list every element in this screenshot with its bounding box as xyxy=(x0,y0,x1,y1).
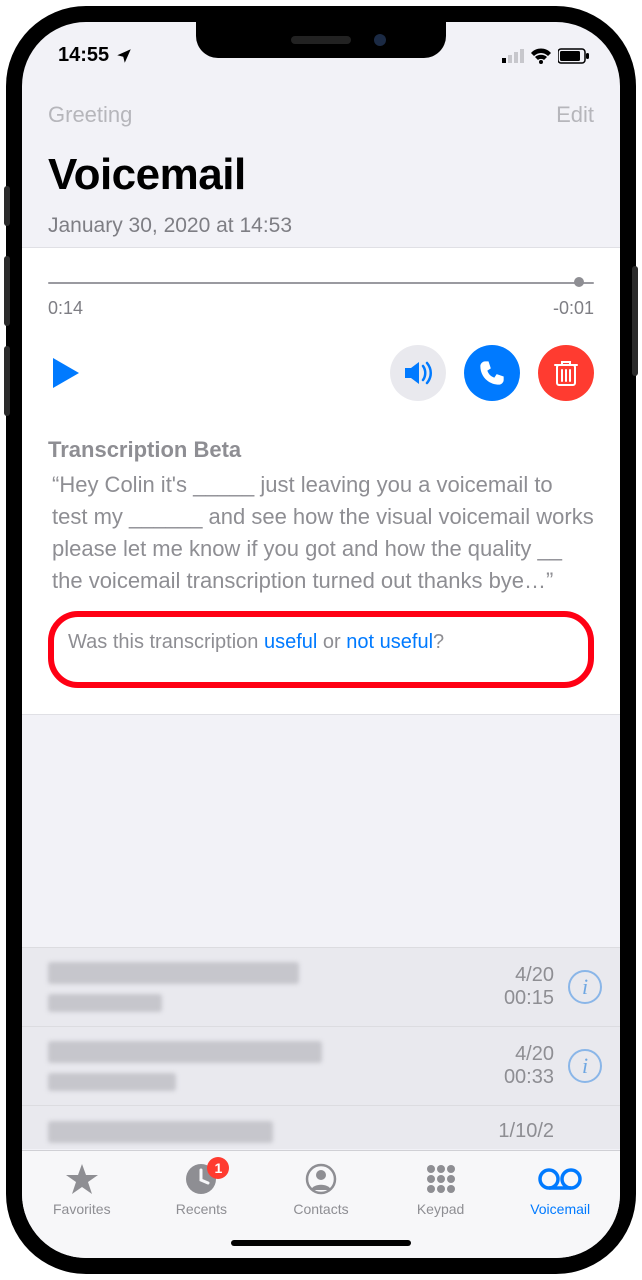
row-date: 1/10/2 xyxy=(498,1120,554,1143)
battery-icon xyxy=(558,48,590,64)
wifi-icon xyxy=(530,48,552,64)
tab-contacts[interactable]: Contacts xyxy=(271,1161,371,1217)
transcription-feedback: Was this transcription useful or not use… xyxy=(48,611,594,688)
time-remaining: -0:01 xyxy=(553,298,594,319)
blurred-caller-name xyxy=(48,1041,322,1063)
nav-greeting-button[interactable]: Greeting xyxy=(48,102,132,128)
blurred-caller-name xyxy=(48,962,299,984)
recents-badge: 1 xyxy=(207,1157,229,1179)
page-title: Voicemail xyxy=(48,150,594,200)
info-button[interactable]: i xyxy=(568,1049,602,1083)
feedback-not-useful-link[interactable]: not useful xyxy=(346,631,433,653)
tab-label: Contacts xyxy=(271,1201,371,1217)
status-bar: 14:55 xyxy=(22,22,620,77)
blurred-caller-name xyxy=(48,1121,273,1143)
status-time: 14:55 xyxy=(58,44,109,67)
tab-voicemail[interactable]: Voicemail xyxy=(510,1161,610,1217)
device-frame: 14:55 xyxy=(6,6,636,1274)
row-duration: 00:33 xyxy=(504,1066,554,1089)
nav-edit-button[interactable]: Edit xyxy=(556,102,594,128)
callback-button[interactable] xyxy=(464,345,520,401)
contact-icon xyxy=(271,1161,371,1197)
clock-icon: 1 xyxy=(151,1161,251,1197)
keypad-icon xyxy=(391,1161,491,1197)
blurred-caller-sub xyxy=(48,994,162,1012)
nav-header: Greeting Edit Voicemail January 30, 2020… xyxy=(22,77,620,248)
row-date: 4/20 xyxy=(504,964,554,987)
voicemail-row[interactable]: 1/10/2 xyxy=(22,1105,620,1149)
tab-label: Keypad xyxy=(391,1201,491,1217)
location-icon xyxy=(115,47,133,65)
voicemail-date: January 30, 2020 at 14:53 xyxy=(48,214,594,238)
row-date: 4/20 xyxy=(504,1043,554,1066)
feedback-useful-link[interactable]: useful xyxy=(264,631,317,653)
star-icon xyxy=(32,1161,132,1197)
row-duration: 00:15 xyxy=(504,987,554,1010)
scrubber-track xyxy=(48,282,594,284)
voicemail-list: 4/20 00:15 i 4/20 00:33 i xyxy=(22,947,620,1149)
tab-label: Voicemail xyxy=(510,1201,610,1217)
delete-button[interactable] xyxy=(538,345,594,401)
blurred-caller-sub xyxy=(48,1073,176,1091)
voicemail-icon xyxy=(510,1161,610,1197)
volume-up-button xyxy=(4,256,10,326)
play-button[interactable] xyxy=(48,355,84,391)
feedback-prefix: Was this transcription xyxy=(68,631,264,653)
feedback-or: or xyxy=(317,631,346,653)
playback-controls xyxy=(48,345,594,401)
screen: 14:55 xyxy=(22,22,620,1258)
tab-label: Favorites xyxy=(32,1201,132,1217)
tab-keypad[interactable]: Keypad xyxy=(391,1161,491,1217)
voicemail-detail-card: 0:14 -0:01 xyxy=(22,247,620,715)
cellular-icon xyxy=(502,49,524,63)
transcription-text: “Hey Colin it's _____ just leaving you a… xyxy=(48,469,594,597)
voicemail-row[interactable]: 4/20 00:15 i xyxy=(22,947,620,1026)
tab-label: Recents xyxy=(151,1201,251,1217)
side-button xyxy=(632,266,638,376)
home-indicator[interactable] xyxy=(231,1240,411,1246)
feedback-suffix: ? xyxy=(433,631,444,653)
speaker-button[interactable] xyxy=(390,345,446,401)
transcription-heading: Transcription Beta xyxy=(48,437,594,463)
playback-scrubber[interactable] xyxy=(48,274,594,292)
scrubber-knob[interactable] xyxy=(574,277,584,287)
volume-down-button xyxy=(4,346,10,416)
mute-switch xyxy=(4,186,10,226)
info-button[interactable]: i xyxy=(568,970,602,1004)
time-elapsed: 0:14 xyxy=(48,298,83,319)
tab-recents[interactable]: 1 Recents xyxy=(151,1161,251,1217)
voicemail-row[interactable]: 4/20 00:33 i xyxy=(22,1026,620,1105)
tab-favorites[interactable]: Favorites xyxy=(32,1161,132,1217)
